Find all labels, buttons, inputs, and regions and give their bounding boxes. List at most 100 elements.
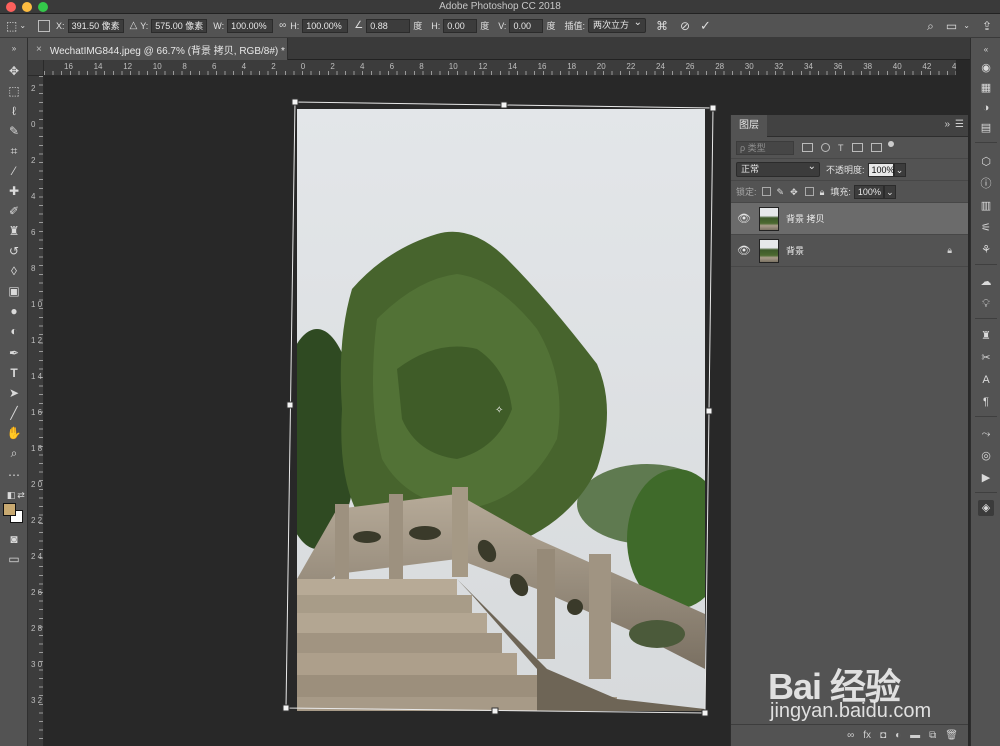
lock-all-icon[interactable]: 🔒︎ (820, 186, 825, 198)
channels-panel-icon[interactable]: ⚘ (978, 242, 994, 258)
layers-panel-icon[interactable]: ◈ (978, 500, 994, 516)
commit-transform-icon[interactable]: ✓ (700, 19, 711, 32)
brush-tool-icon[interactable]: ✐ (5, 202, 23, 220)
3d-panel-icon[interactable]: ⬡ (978, 154, 994, 170)
x-field[interactable]: 391.50 像素 (67, 18, 124, 33)
libraries-panel-icon[interactable]: ☁ (978, 274, 994, 290)
pen-tool-icon[interactable]: ✒ (5, 344, 23, 362)
eyedropper-tool-icon[interactable]: ⁄ (5, 162, 23, 180)
fill-dropdown[interactable]: ⌄ (883, 184, 896, 199)
line-tool-icon[interactable]: ╱ (5, 404, 23, 422)
blur-tool-icon[interactable]: ● (5, 302, 23, 320)
blend-mode-select[interactable]: 正常 (736, 160, 820, 177)
collapse-tools-icon[interactable]: » (5, 40, 23, 58)
interpolation-select[interactable]: 两次立方 (587, 16, 646, 33)
visibility-eye-icon[interactable]: 👁︎ (737, 244, 751, 257)
filter-adjustment-icon[interactable] (821, 143, 830, 152)
fill-field[interactable]: 100% (853, 184, 884, 199)
document-tab[interactable]: × WechatIMG844.jpeg @ 66.7% (背景 拷贝, RGB/… (28, 38, 288, 60)
add-mask-icon[interactable]: ◘ (880, 730, 886, 741)
vertical-ruler[interactable]: 2 0 2 4 6 8 1 0 1 2 1 4 1 6 1 8 2 0 2 2 2 4 2 6 2 8 3 0 3… (28, 76, 44, 746)
zoom-tool-icon[interactable]: ⌕ (5, 444, 23, 462)
cancel-transform-icon[interactable]: ⊘ (680, 20, 690, 32)
visibility-eye-icon[interactable]: 👁︎ (737, 212, 751, 225)
type-tool-icon[interactable]: T (5, 364, 23, 382)
reference-point-icon[interactable] (38, 19, 51, 32)
panel-menu-icon[interactable]: ☰ (955, 119, 964, 130)
lock-image-icon[interactable]: ✎ (777, 186, 785, 198)
link-icon[interactable]: ∞ (279, 20, 286, 32)
dodge-tool-icon[interactable]: ◐ (5, 322, 23, 340)
actions-panel-icon[interactable]: ▶ (978, 470, 994, 486)
expand-panels-icon[interactable]: « (978, 42, 994, 58)
clone-source-icon[interactable]: ♜ (978, 328, 994, 344)
chevron-down-icon[interactable]: ⌄ (963, 20, 970, 32)
height-field[interactable]: 100.00% (302, 18, 349, 33)
layer-filter-select[interactable]: ρ 类型 (736, 140, 794, 155)
timeline-panel-icon[interactable]: ◎ (978, 448, 994, 464)
angle-field[interactable]: 0.88 (366, 18, 411, 33)
filter-smart-object-icon[interactable] (870, 143, 882, 152)
quick-mask-icon[interactable]: ◙ (5, 530, 23, 548)
delete-layer-icon[interactable]: 🗑︎ (945, 730, 958, 741)
adjustments-panel-icon[interactable]: ◑ (978, 100, 994, 116)
crop-tool-icon[interactable]: ⌗ (5, 142, 23, 160)
layers-panel-tab[interactable]: 图层 (731, 115, 767, 137)
new-group-icon[interactable]: ▬ (910, 730, 920, 741)
info-panel-icon[interactable]: ⓘ (978, 176, 994, 192)
horizontal-ruler[interactable]: 16 14 12 10 8 6 4 2 0 2 4 6 8 10 12 14 16 18 20 22 24 26 28 30 3… (44, 60, 956, 76)
learn-panel-icon[interactable]: 💡︎ (978, 296, 994, 312)
filter-pixel-icon[interactable] (802, 143, 813, 152)
workspace-icon[interactable]: ▭ (946, 20, 957, 32)
link-layers-icon[interactable]: ∞ (847, 730, 854, 741)
width-field[interactable]: 100.00% (227, 18, 274, 33)
properties-panel-icon[interactable]: ⚟ (978, 220, 994, 236)
foreground-color-swatch[interactable] (3, 503, 16, 516)
tool-presets-icon[interactable]: ✂ (978, 350, 994, 366)
swatches-panel-icon[interactable]: ▦ (978, 80, 994, 96)
path-select-tool-icon[interactable]: ➤ (5, 384, 23, 402)
color-panel-icon[interactable]: ◉ (978, 60, 994, 76)
hand-tool-icon[interactable]: ✋ (5, 424, 23, 442)
close-tab-icon[interactable]: × (36, 44, 42, 55)
y-field[interactable]: 575.00 像素 (151, 18, 208, 33)
styles-panel-icon[interactable]: ▤ (978, 120, 994, 136)
filter-toggle-icon[interactable] (887, 140, 894, 147)
move-tool-icon[interactable]: ✥ (5, 62, 23, 80)
share-icon[interactable]: ⇪ (982, 20, 992, 32)
lock-transparent-icon[interactable] (761, 187, 771, 196)
layer-style-icon[interactable]: fx (863, 730, 871, 741)
filter-shape-icon[interactable] (851, 143, 863, 152)
hskew-field[interactable]: 0.00 (443, 18, 478, 33)
gradient-tool-icon[interactable]: ▣ (5, 282, 23, 300)
relative-position-icon[interactable]: △ (130, 20, 138, 32)
lock-position-icon[interactable]: ✥ (790, 186, 798, 198)
filter-type-icon[interactable]: T (838, 143, 844, 153)
new-layer-icon[interactable]: ⧉ (929, 730, 936, 741)
vskew-field[interactable]: 0.00 (509, 18, 544, 33)
lock-artboard-icon[interactable] (804, 187, 814, 196)
screen-mode-icon[interactable]: ▭ (5, 550, 23, 568)
marquee-tool-icon[interactable]: ⬚ (5, 82, 23, 100)
layer-row[interactable]: 👁︎ 背景 🔒︎ (731, 235, 968, 267)
quick-select-tool-icon[interactable]: ✎ (5, 122, 23, 140)
paths-panel-icon[interactable]: ⤳ (978, 426, 994, 442)
brush-presets-icon[interactable]: ▥ (978, 198, 994, 214)
lasso-tool-icon[interactable]: ℓ (5, 102, 23, 120)
opacity-dropdown[interactable]: ⌄ (893, 162, 906, 177)
search-icon[interactable]: ⌕ (927, 20, 934, 32)
more-tools-icon[interactable]: ⋯ (5, 466, 23, 484)
layer-row[interactable]: 👁︎ 背景 拷贝 (731, 203, 968, 235)
healing-brush-tool-icon[interactable]: ✚ (5, 182, 23, 200)
warp-mode-icon[interactable]: ⌘ (656, 20, 668, 32)
history-brush-tool-icon[interactable]: ↺ (5, 242, 23, 260)
collapse-panel-icon[interactable]: » (944, 119, 950, 130)
adjustment-layer-icon[interactable]: ◐ (895, 730, 901, 741)
opacity-field[interactable]: 100% (867, 162, 895, 177)
clone-stamp-tool-icon[interactable]: ♜ (5, 222, 23, 240)
paragraph-panel-icon[interactable]: ¶ (978, 394, 994, 410)
ruler-origin[interactable] (28, 60, 44, 76)
tool-preset-picker[interactable]: ⬚ ⌄ (6, 20, 26, 32)
eraser-tool-icon[interactable]: ◊ (5, 262, 23, 280)
character-panel-icon[interactable]: A (978, 372, 994, 388)
